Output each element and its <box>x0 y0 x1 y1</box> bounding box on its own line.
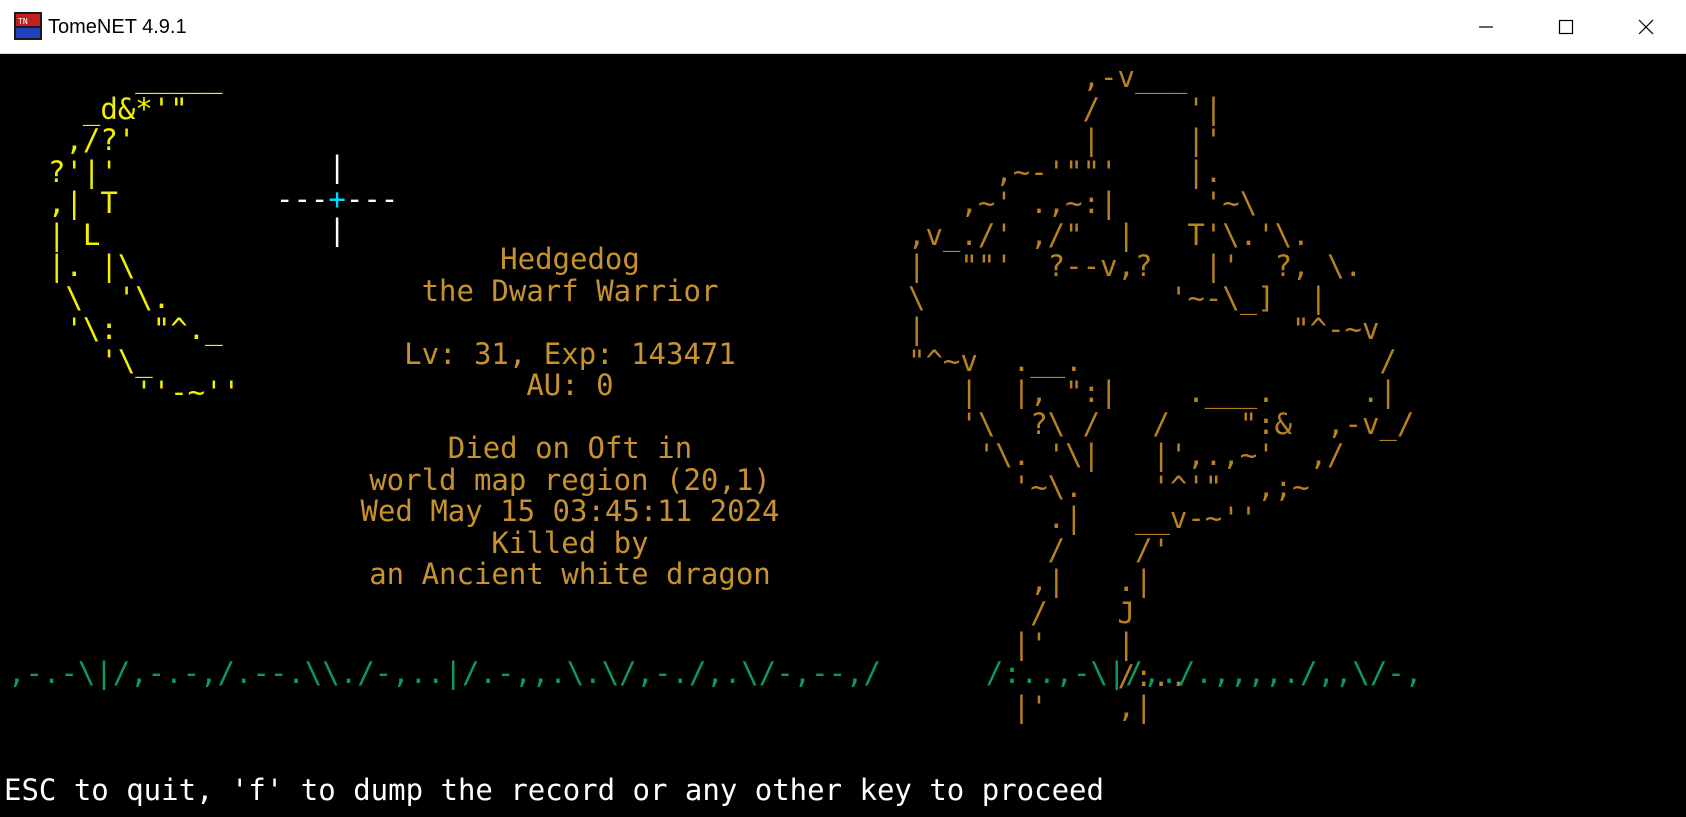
tomenet-app-icon[interactable]: TN <box>14 12 42 40</box>
close-icon <box>1638 19 1654 35</box>
character-name: Hedgedog <box>500 242 640 276</box>
tombstone-ascii-art: ,-v___ / '| | |' ,~-'""' |. ,~' .,~:| '~… <box>908 60 1415 724</box>
character-title: the Dwarf Warrior <box>421 273 719 308</box>
minimize-button[interactable] <box>1446 0 1526 54</box>
killer-name: an Ancient white dragon <box>369 557 771 591</box>
title-bar: TN TomeNET 4.9.1 <box>0 0 1686 54</box>
maximize-button[interactable] <box>1526 0 1606 54</box>
game-screen[interactable]: _____ _d&*'" ,/?' ?'|' ,| T | L |. |\ \ … <box>0 54 1686 817</box>
died-on-label: Died on Oft in <box>447 431 693 465</box>
crosshair-cursor: | ---+--- | <box>276 150 399 247</box>
svg-text:TN: TN <box>18 17 28 26</box>
level-exp: Lv: 31, Exp: 143471 <box>404 336 736 371</box>
killed-by-label: Killed by <box>491 525 649 560</box>
key-prompt: ESC to quit, 'f' to dump the record or a… <box>4 773 1104 807</box>
death-location: world map region (20,1) <box>369 462 771 497</box>
death-date: Wed May 15 03:45:11 2024 <box>360 494 780 528</box>
window-title: TomeNET 4.9.1 <box>48 16 187 38</box>
crosshair-center: + <box>328 181 346 216</box>
tombstone-epitaph: Hedgedog the Dwarf Warrior Lv: 31, Exp: … <box>250 242 890 591</box>
maximize-icon <box>1558 19 1574 35</box>
minimize-icon <box>1479 26 1493 28</box>
gold-amount: AU: 0 <box>526 368 614 402</box>
grass-ascii-art: ,-.-\|/,-.-,/.--.\\./-,..|/.-,,.\.\/,-./… <box>8 656 1423 690</box>
close-button[interactable] <box>1606 0 1686 54</box>
moon-ascii-art: _____ _d&*'" ,/?' ?'|' ,| T | L |. |\ \ … <box>48 60 241 409</box>
